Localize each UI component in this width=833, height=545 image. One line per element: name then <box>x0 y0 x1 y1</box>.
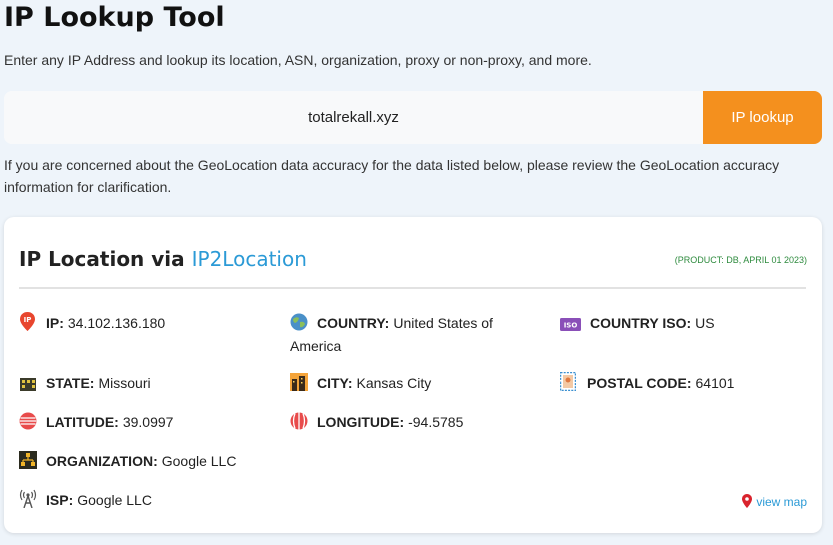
field-organization: ORGANIZATION: Google LLC <box>19 450 236 473</box>
product-info: (PRODUCT: DB, APRIL 01 2023) <box>674 255 807 265</box>
intro-text: Enter any IP Address and lookup its loca… <box>4 52 592 68</box>
accuracy-note: If you are concerned about the GeoLocati… <box>4 157 780 195</box>
ip-label: IP: <box>46 315 64 331</box>
country-iso-label: COUNTRY ISO: <box>590 315 692 331</box>
city-value: Kansas City <box>356 375 432 391</box>
svg-text:ISO: ISO <box>564 322 578 330</box>
view-map-label: view map <box>756 495 807 509</box>
postal-code-value: 64101 <box>695 375 735 391</box>
globe-icon <box>290 313 308 331</box>
city-label: CITY: <box>317 375 353 391</box>
field-country-iso: ISO COUNTRY ISO: US <box>560 312 715 335</box>
card-title-prefix: IP Location via <box>19 247 192 271</box>
view-map-link[interactable]: view map <box>742 494 807 511</box>
field-longitude: LONGITUDE: -94.5785 <box>290 411 463 434</box>
latitude-globe-icon <box>19 412 37 430</box>
page-title: IP Lookup Tool <box>4 2 225 33</box>
search-input[interactable] <box>4 91 703 144</box>
field-postal-code: POSTAL CODE: 64101 <box>559 371 735 395</box>
longitude-label: LONGITUDE: <box>317 414 405 430</box>
ip-value: 34.102.136.180 <box>67 315 166 331</box>
organization-label: ORGANIZATION: <box>46 453 158 469</box>
ip-location-card: IP Location via IP2Location (PRODUCT: DB… <box>4 217 822 533</box>
card-title: IP Location via IP2Location <box>19 247 307 271</box>
stamp-icon <box>559 371 577 392</box>
country-iso-value: US <box>695 315 715 331</box>
state-value: Missouri <box>98 375 151 391</box>
field-city: CITY: Kansas City <box>290 372 431 395</box>
search-bar: IP lookup <box>4 91 822 144</box>
svg-text:IP: IP <box>24 316 32 324</box>
organization-value: Google LLC <box>161 453 237 469</box>
state-label: STATE: <box>46 375 95 391</box>
antenna-icon <box>19 489 37 509</box>
ip2location-link[interactable]: IP2Location <box>192 247 307 271</box>
city-icon <box>290 373 308 391</box>
country-label: COUNTRY: <box>317 315 390 331</box>
organization-icon <box>19 451 37 469</box>
isp-label: ISP: <box>46 492 74 508</box>
field-latitude: LATITUDE: 39.0997 <box>19 411 173 434</box>
isp-value: Google LLC <box>77 492 152 508</box>
postal-code-label: POSTAL CODE: <box>587 375 692 391</box>
divider <box>19 287 806 289</box>
field-ip: IP IP: 34.102.136.180 <box>19 312 165 335</box>
field-state: STATE: Missouri <box>19 372 151 395</box>
state-building-icon <box>19 375 36 392</box>
map-pin-icon <box>742 494 753 511</box>
field-isp: ISP: Google LLC <box>19 489 152 512</box>
longitude-globe-icon <box>290 412 308 430</box>
field-country: COUNTRY: United States of America <box>290 312 520 358</box>
ip-pin-icon: IP <box>19 312 36 331</box>
ip-lookup-button[interactable]: IP lookup <box>703 91 822 144</box>
latitude-value: 39.0997 <box>122 414 174 430</box>
longitude-value: -94.5785 <box>408 414 464 430</box>
latitude-label: LATITUDE: <box>46 414 119 430</box>
iso-badge-icon: ISO <box>560 315 581 332</box>
